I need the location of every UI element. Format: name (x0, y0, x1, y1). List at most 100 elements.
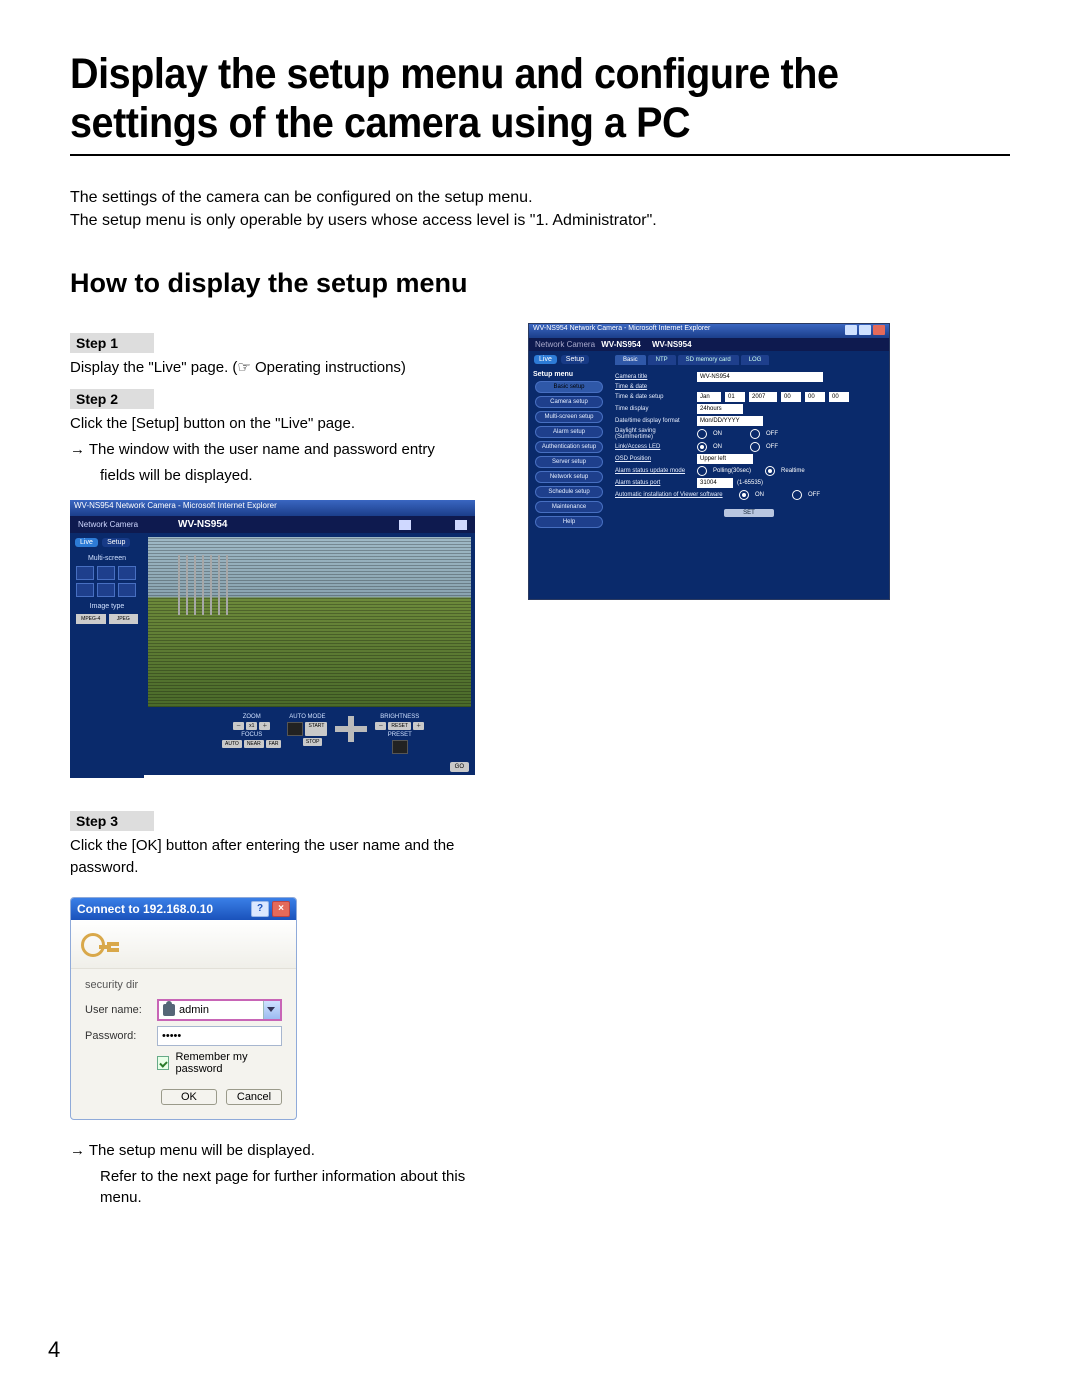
row-osd-label: OSD Position (615, 456, 693, 462)
live-tab-setup[interactable]: Setup (102, 538, 130, 547)
nav-help[interactable]: Help (535, 516, 603, 528)
step-2-result-2: fields will be displayed. (70, 465, 500, 487)
time-mm[interactable]: 00 (805, 392, 825, 402)
focus-auto-button[interactable]: AUTO (222, 740, 242, 748)
live-video-area (148, 537, 471, 707)
autoinstall-off-radio[interactable] (792, 490, 802, 500)
row-dst-label: Daylight saving (Summertime) (615, 428, 693, 440)
login-realm: security dir (85, 979, 282, 991)
multiscreen-btn-2[interactable] (97, 566, 115, 580)
alarm-polling-radio[interactable] (697, 466, 707, 476)
tab-log[interactable]: LOG (741, 355, 770, 365)
nav-multiscreen-setup[interactable]: Multi-screen setup (535, 411, 603, 423)
multiscreen-btn-4[interactable] (76, 583, 94, 597)
brightness-down[interactable]: － (375, 722, 386, 730)
date-day[interactable]: 01 (725, 392, 745, 402)
preset-label: PRESET (388, 732, 412, 738)
nav-maintenance[interactable]: Maintenance (535, 501, 603, 513)
multiscreen-btn-5[interactable] (97, 583, 115, 597)
date-mon[interactable]: Jan (697, 392, 721, 402)
camera-title-input[interactable]: WV-NS954 (697, 372, 823, 382)
time-ss[interactable]: 00 (829, 392, 849, 402)
setup-brand-sub: WV-NS954 (601, 340, 641, 349)
setup-tab-live[interactable]: Live (534, 355, 557, 364)
step-2-label: Step 2 (70, 389, 154, 409)
nav-network-setup[interactable]: Network setup (535, 471, 603, 483)
help-icon[interactable]: ? (251, 901, 269, 917)
dst-on-label: ON (713, 431, 722, 437)
time-hh[interactable]: 00 (781, 392, 801, 402)
row-timedate-label: Time & date (615, 384, 693, 390)
setup-tab-setup[interactable]: Setup (561, 355, 589, 364)
live-tab-live[interactable]: Live (75, 538, 98, 547)
tab-ntp[interactable]: NTP (648, 355, 676, 365)
password-label: Password: (85, 1030, 149, 1042)
set-button[interactable]: SET (724, 509, 774, 517)
key-icon (81, 929, 111, 959)
intro-line-2: The setup menu is only operable by users… (70, 209, 1010, 232)
maximize-icon[interactable] (859, 325, 871, 335)
osd-position-select[interactable]: Upper left (697, 454, 753, 464)
imagetype-jpeg[interactable]: JPEG (109, 614, 139, 624)
setup-menu-label: Setup menu (533, 371, 605, 378)
ptz-dpad[interactable] (333, 714, 369, 744)
preset-select[interactable] (392, 740, 408, 754)
automode-select[interactable] (287, 722, 303, 736)
alarm-realtime-radio[interactable] (765, 466, 775, 476)
brightness-reset[interactable]: RESET (388, 722, 411, 730)
zoom-label: ZOOM (243, 714, 261, 720)
nav-server-setup[interactable]: Server setup (535, 456, 603, 468)
fullscreen-icon[interactable] (455, 520, 467, 530)
live-multiscreen-label: Multi-screen (74, 555, 140, 562)
fence-graphic (178, 555, 233, 615)
row-dateformat-label: Date/time display format (615, 418, 693, 424)
dst-on-radio[interactable] (697, 429, 707, 439)
row-alarmmode-label: Alarm status update mode (615, 468, 693, 474)
multiscreen-btn-1[interactable] (76, 566, 94, 580)
multiscreen-btn-3[interactable] (118, 566, 136, 580)
time-display-select[interactable]: 24hours (697, 404, 743, 414)
nav-alarm-setup[interactable]: Alarm setup (535, 426, 603, 438)
nav-schedule-setup[interactable]: Schedule setup (535, 486, 603, 498)
password-value: ••••• (162, 1030, 181, 1042)
autoinstall-on-radio[interactable] (739, 490, 749, 500)
led-off-radio[interactable] (750, 442, 760, 452)
focus-near-button[interactable]: NEAR (244, 740, 264, 748)
close-icon[interactable]: × (272, 901, 290, 917)
automode-start[interactable]: START (305, 722, 327, 736)
ok-button[interactable]: OK (161, 1089, 217, 1105)
username-field[interactable]: admin (157, 999, 282, 1021)
alarm-realtime-label: Realtime (781, 468, 805, 474)
nav-auth-setup[interactable]: Authentication setup (535, 441, 603, 453)
screenshot-live-page: WV-NS954 Network Camera - Microsoft Inte… (70, 500, 475, 775)
nav-camera-setup[interactable]: Camera setup (535, 396, 603, 408)
date-year[interactable]: 2007 (749, 392, 777, 402)
preset-go-button[interactable]: GO (450, 762, 469, 772)
cancel-button[interactable]: Cancel (226, 1089, 282, 1105)
led-on-radio[interactable] (697, 442, 707, 452)
date-format-select[interactable]: Mon/DD/YYYY (697, 416, 763, 426)
focus-far-button[interactable]: FAR (266, 740, 282, 748)
zoom-out-button[interactable]: － (233, 722, 244, 730)
chevron-down-icon (267, 1007, 275, 1012)
snapshot-icon[interactable] (399, 520, 411, 530)
minimize-icon[interactable] (845, 325, 857, 335)
tab-sd[interactable]: SD memory card (678, 355, 739, 365)
login-title: Connect to 192.168.0.10 (77, 902, 248, 916)
dst-off-radio[interactable] (750, 429, 760, 439)
nav-basic-setup[interactable]: Basic setup (535, 381, 603, 393)
tab-basic[interactable]: Basic (615, 355, 646, 365)
automode-stop[interactable]: STOP (303, 738, 323, 746)
zoom-x1-button[interactable]: x1 (246, 722, 257, 730)
led-on-label: ON (713, 444, 722, 450)
brightness-up[interactable]: ＋ (413, 722, 424, 730)
zoom-in-button[interactable]: ＋ (259, 722, 270, 730)
window-close-icon[interactable] (873, 325, 885, 335)
section-heading: How to display the setup menu (70, 268, 1010, 299)
remember-checkbox[interactable] (157, 1056, 169, 1070)
alarm-port-input[interactable]: 31004 (697, 478, 733, 488)
imagetype-mpeg4[interactable]: MPEG-4 (76, 614, 106, 624)
step-3-label: Step 3 (70, 811, 154, 831)
multiscreen-btn-6[interactable] (118, 583, 136, 597)
password-field[interactable]: ••••• (157, 1026, 282, 1046)
